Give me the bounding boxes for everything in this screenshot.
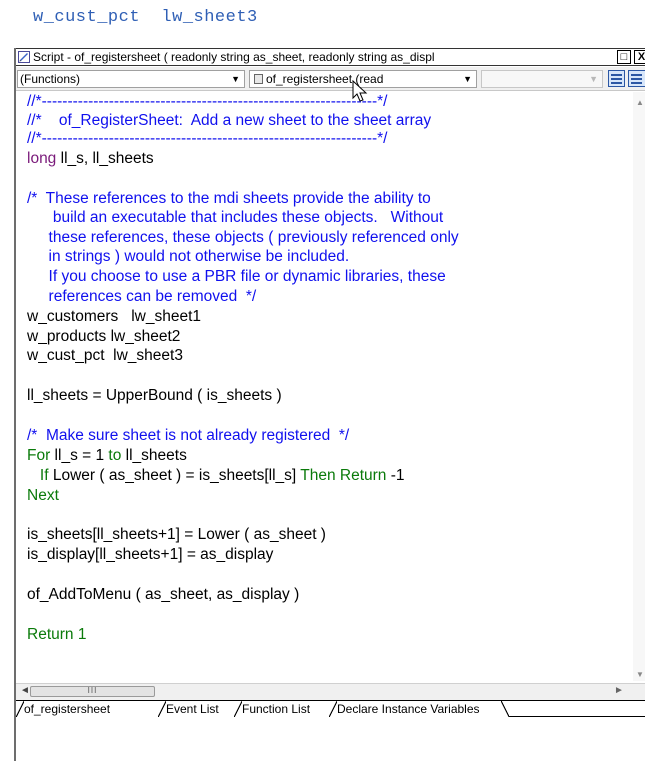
code-line: in strings ) would not otherwise be incl… <box>27 248 350 265</box>
ancestor-dropdown[interactable]: ▼ <box>481 70 603 88</box>
layout-view-button[interactable] <box>608 70 625 87</box>
functions-dropdown-value: (Functions) <box>20 72 81 86</box>
code-line: Next <box>27 487 59 504</box>
code-line: w_products lw_sheet2 <box>27 328 181 345</box>
code-line: w_customers lw_sheet1 <box>27 308 202 325</box>
code-line: references can be removed */ <box>27 288 257 305</box>
script-toolbar: (Functions) ▼ of_registersheet (read ▼ ▼ <box>16 67 645 91</box>
functions-dropdown[interactable]: (Functions) ▼ <box>17 70 245 88</box>
code-line: is_sheets[ll_sheets+1] = Lower ( as_shee… <box>27 526 326 543</box>
scroll-up-icon[interactable]: ▲ <box>636 98 644 107</box>
title-bar[interactable]: Script - of_registersheet ( readonly str… <box>16 48 645 66</box>
code-line: long ll_s, ll_sheets <box>27 150 154 167</box>
tab-function-list[interactable]: Function List <box>234 701 310 717</box>
chevron-down-icon: ▼ <box>463 74 472 84</box>
chevron-down-icon: ▼ <box>589 74 598 84</box>
code-line: ll_sheets = UpperBound ( is_sheets ) <box>27 387 282 404</box>
chevron-down-icon: ▼ <box>231 74 240 84</box>
code-line: //*-------------------------------------… <box>27 93 388 110</box>
mouse-cursor-icon <box>352 80 368 102</box>
code-line: //*-------------------------------------… <box>27 130 388 147</box>
scroll-down-icon[interactable]: ▼ <box>636 670 644 679</box>
code-line: If you choose to use a PBR file or dynam… <box>27 268 446 285</box>
tab-of-registersheet[interactable]: of_registersheet <box>16 701 110 717</box>
code-line: /* These references to the mdi sheets pr… <box>27 190 431 207</box>
close-button[interactable]: X <box>634 50 645 64</box>
code-line: If Lower ( as_sheet ) = is_sheets[ll_s] … <box>39 467 405 484</box>
code-line: //* of_RegisterSheet: Add a new sheet to… <box>27 112 432 129</box>
code-line: is_display[ll_sheets+1] = as_display <box>27 546 274 563</box>
code-line: of_AddToMenu ( as_sheet, as_display ) <box>27 586 300 603</box>
scroll-right-icon[interactable]: ► <box>614 685 624 696</box>
code-line: build an executable that includes these … <box>27 209 444 226</box>
maximize-button[interactable]: □ <box>617 50 631 64</box>
tab-divider <box>501 701 509 717</box>
tab-declare-instance-variables[interactable]: Declare Instance Variables <box>329 701 480 717</box>
vertical-scrollbar[interactable]: ▲ ▼ <box>633 92 645 681</box>
code-line: w_cust_pct lw_sheet3 <box>27 347 183 364</box>
scroll-left-icon[interactable]: ◄ <box>20 685 30 696</box>
script-window: Script - of_registersheet ( readonly str… <box>14 48 645 761</box>
top-code-snippet: w_cust_pct lw_sheet3 <box>33 8 258 27</box>
script-icon <box>18 51 30 63</box>
tab-event-list[interactable]: Event List <box>158 701 219 717</box>
code-editor[interactable]: //*-------------------------------------… <box>16 92 631 681</box>
code-line: these references, these objects ( previo… <box>27 229 459 246</box>
editor-tabs: of_registersheet Event List Function Lis… <box>16 700 645 718</box>
horizontal-scrollbar[interactable]: ◄ III ► <box>16 683 645 700</box>
tab-strip-line <box>509 716 645 717</box>
code-line: For ll_s = 1 to ll_sheets <box>27 447 187 464</box>
split-view-button[interactable] <box>628 70 645 87</box>
function-icon <box>254 74 263 84</box>
code-line: Return 1 <box>27 626 87 643</box>
code-line: /* Make sure sheet is not already regist… <box>27 427 350 444</box>
window-title: Script - of_registersheet ( readonly str… <box>33 50 435 64</box>
scrollbar-thumb[interactable]: III <box>30 686 155 697</box>
